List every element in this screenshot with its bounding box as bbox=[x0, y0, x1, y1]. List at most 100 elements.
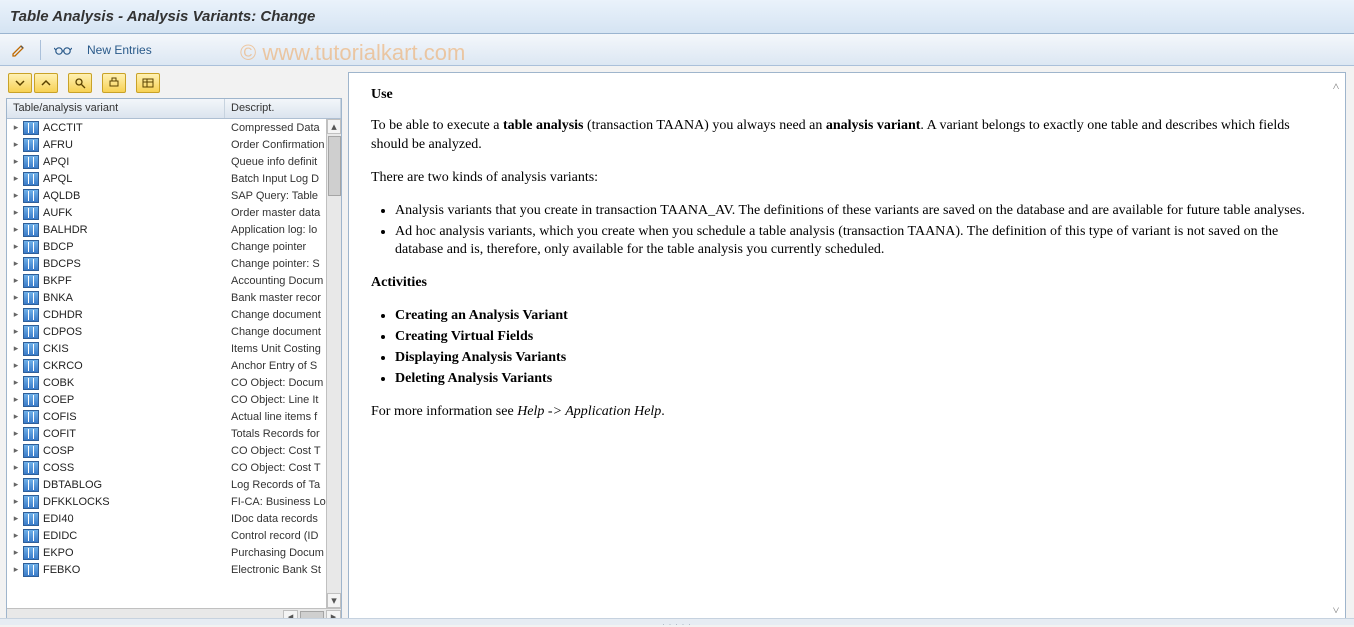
table-icon bbox=[23, 529, 39, 543]
expand-caret-icon[interactable]: ▸ bbox=[11, 292, 21, 303]
expand-caret-icon[interactable]: ▸ bbox=[11, 547, 21, 558]
expand-caret-icon[interactable]: ▸ bbox=[11, 309, 21, 320]
print-button[interactable] bbox=[102, 73, 126, 93]
tree-row[interactable]: ▸CKRCOAnchor Entry of S bbox=[7, 357, 341, 374]
new-entries-button[interactable]: New Entries bbox=[81, 43, 158, 57]
tree-row[interactable]: ▸CDHDRChange document bbox=[7, 306, 341, 323]
tree-row[interactable]: ▸BDCPChange pointer bbox=[7, 238, 341, 255]
tree-row[interactable]: ▸BALHDRApplication log: lo bbox=[7, 221, 341, 238]
tree-row[interactable]: ▸ COFIS Actual line items f bbox=[7, 408, 341, 425]
table-icon bbox=[23, 274, 39, 288]
help-vertical-scrollbar[interactable]: ˄ ˅ bbox=[1329, 79, 1343, 618]
help-scroll-down[interactable]: ˅ bbox=[1329, 603, 1343, 618]
expand-caret-icon[interactable]: ▸ bbox=[11, 496, 21, 507]
expand-caret-icon[interactable]: ▸ bbox=[11, 479, 21, 490]
expand-caret-icon[interactable]: ▸ bbox=[11, 241, 21, 252]
find-button[interactable] bbox=[68, 73, 92, 93]
tree-row[interactable]: ▸AUFKOrder master data bbox=[7, 204, 341, 221]
tree-node-desc: Change pointer bbox=[225, 241, 341, 253]
tree-row[interactable]: ▸FEBKOElectronic Bank St bbox=[7, 561, 341, 578]
table-icon bbox=[23, 257, 39, 271]
tree-node-desc: Log Records of Ta bbox=[225, 479, 341, 491]
table-icon bbox=[23, 240, 39, 254]
tree-row[interactable]: ▸COEPCO Object: Line It bbox=[7, 391, 341, 408]
scroll-thumb[interactable] bbox=[328, 136, 341, 196]
tree-row[interactable]: ▸BDCPSChange pointer: S bbox=[7, 255, 341, 272]
tree-body[interactable]: ▸ACCTITCompressed Data▸AFRUOrder Confirm… bbox=[7, 119, 341, 608]
expand-caret-icon[interactable]: ▸ bbox=[11, 394, 21, 405]
tree-header-desc[interactable]: Descript. bbox=[225, 99, 341, 118]
help-scroll-up[interactable]: ˄ bbox=[1329, 79, 1343, 94]
tree-header-name[interactable]: Table/analysis variant bbox=[7, 99, 225, 118]
tree-node-desc: Items Unit Costing bbox=[225, 343, 341, 355]
expand-caret-icon[interactable]: ▸ bbox=[11, 122, 21, 133]
collapse-all-button[interactable] bbox=[34, 73, 58, 93]
tree-node-name: CKRCO bbox=[43, 360, 83, 372]
layout-icon bbox=[142, 77, 154, 89]
help-list-activities: Creating an Analysis Variant Creating Vi… bbox=[395, 307, 1323, 389]
tree-row[interactable]: ▸AQLDBSAP Query: Table bbox=[7, 187, 341, 204]
tree-row[interactable]: ▸BKPFAccounting Docum bbox=[7, 272, 341, 289]
expand-caret-icon[interactable]: ▸ bbox=[11, 564, 21, 575]
tree-node-desc: Purchasing Docum bbox=[225, 547, 341, 559]
tree-row[interactable]: ▸COSSCO Object: Cost T bbox=[7, 459, 341, 476]
tree-row[interactable]: ▸AFRUOrder Confirmation bbox=[7, 136, 341, 153]
tree-row[interactable]: ▸ EDI40 IDoc data records bbox=[7, 510, 341, 527]
tree-node-name: COEP bbox=[43, 394, 74, 406]
tree-row[interactable]: ▸EDIDCControl record (ID bbox=[7, 527, 341, 544]
tree-row[interactable]: ▸CDPOSChange document bbox=[7, 323, 341, 340]
expand-caret-icon[interactable]: ▸ bbox=[11, 190, 21, 201]
table-icon bbox=[23, 444, 39, 458]
tree-row[interactable]: ▸ACCTITCompressed Data bbox=[7, 119, 341, 136]
expand-caret-icon[interactable]: ▸ bbox=[11, 360, 21, 371]
expand-caret-icon[interactable]: ▸ bbox=[11, 173, 21, 184]
expand-caret-icon[interactable]: ▸ bbox=[11, 139, 21, 150]
table-icon bbox=[23, 223, 39, 237]
tree-row[interactable]: ▸EKPOPurchasing Docum bbox=[7, 544, 341, 561]
expand-caret-icon[interactable]: ▸ bbox=[11, 530, 21, 541]
tree-node-desc: Actual line items f bbox=[225, 411, 341, 423]
window-title: Table Analysis - Analysis Variants: Chan… bbox=[10, 8, 315, 25]
tree-node-name: COFIS bbox=[43, 411, 77, 423]
scroll-down-arrow[interactable]: ▾ bbox=[327, 593, 341, 608]
tree-node-desc: IDoc data records bbox=[225, 513, 341, 525]
expand-caret-icon[interactable]: ▸ bbox=[11, 326, 21, 337]
tree-row[interactable]: ▸CKISItems Unit Costing bbox=[7, 340, 341, 357]
table-icon bbox=[23, 495, 39, 509]
expand-caret-icon[interactable]: ▸ bbox=[11, 445, 21, 456]
tree-row[interactable]: ▸DBTABLOGLog Records of Ta bbox=[7, 476, 341, 493]
tree-row[interactable]: ▸DFKKLOCKSFI-CA: Business Lo bbox=[7, 493, 341, 510]
tree-row[interactable]: ▸APQLBatch Input Log D bbox=[7, 170, 341, 187]
tree-row[interactable]: ▸APQIQueue info definit bbox=[7, 153, 341, 170]
expand-caret-icon[interactable]: ▸ bbox=[11, 343, 21, 354]
expand-caret-icon[interactable]: ▸ bbox=[11, 462, 21, 473]
expand-caret-icon[interactable]: ▸ bbox=[11, 207, 21, 218]
expand-caret-icon[interactable]: ▸ bbox=[11, 377, 21, 388]
tree-row[interactable]: ▸COBKCO Object: Docum bbox=[7, 374, 341, 391]
tree-node-desc: Order Confirmation bbox=[225, 139, 341, 151]
help-activity-1: Creating an Analysis Variant bbox=[395, 307, 1323, 326]
expand-caret-icon[interactable]: ▸ bbox=[11, 428, 21, 439]
tree-row[interactable]: ▸COFITTotals Records for bbox=[7, 425, 341, 442]
tree-row[interactable]: ▸COSPCO Object: Cost T bbox=[7, 442, 341, 459]
tree-vertical-scrollbar[interactable]: ▴ ▾ bbox=[326, 119, 341, 608]
expand-caret-icon[interactable]: ▸ bbox=[11, 411, 21, 422]
expand-caret-icon[interactable]: ▸ bbox=[11, 275, 21, 286]
glasses-button[interactable] bbox=[49, 39, 77, 61]
tree-row[interactable]: ▸BNKABank master recor bbox=[7, 289, 341, 306]
expand-caret-icon[interactable]: ▸ bbox=[11, 258, 21, 269]
horizontal-splitter[interactable]: . . . . . bbox=[0, 618, 1354, 625]
layout-button[interactable] bbox=[136, 73, 160, 93]
table-icon bbox=[23, 461, 39, 475]
tree-node-desc: Change document bbox=[225, 326, 341, 338]
expand-caret-icon[interactable]: ▸ bbox=[11, 224, 21, 235]
table-icon bbox=[23, 325, 39, 339]
expand-all-button[interactable] bbox=[8, 73, 32, 93]
scroll-up-arrow[interactable]: ▴ bbox=[327, 119, 341, 134]
tree-node-name: APQL bbox=[43, 173, 72, 185]
expand-caret-icon[interactable]: ▸ bbox=[11, 513, 21, 524]
edit-toggle-button[interactable] bbox=[6, 39, 32, 61]
table-icon bbox=[23, 121, 39, 135]
expand-caret-icon[interactable]: ▸ bbox=[11, 156, 21, 167]
tree-node-name: EDI40 bbox=[43, 513, 74, 525]
